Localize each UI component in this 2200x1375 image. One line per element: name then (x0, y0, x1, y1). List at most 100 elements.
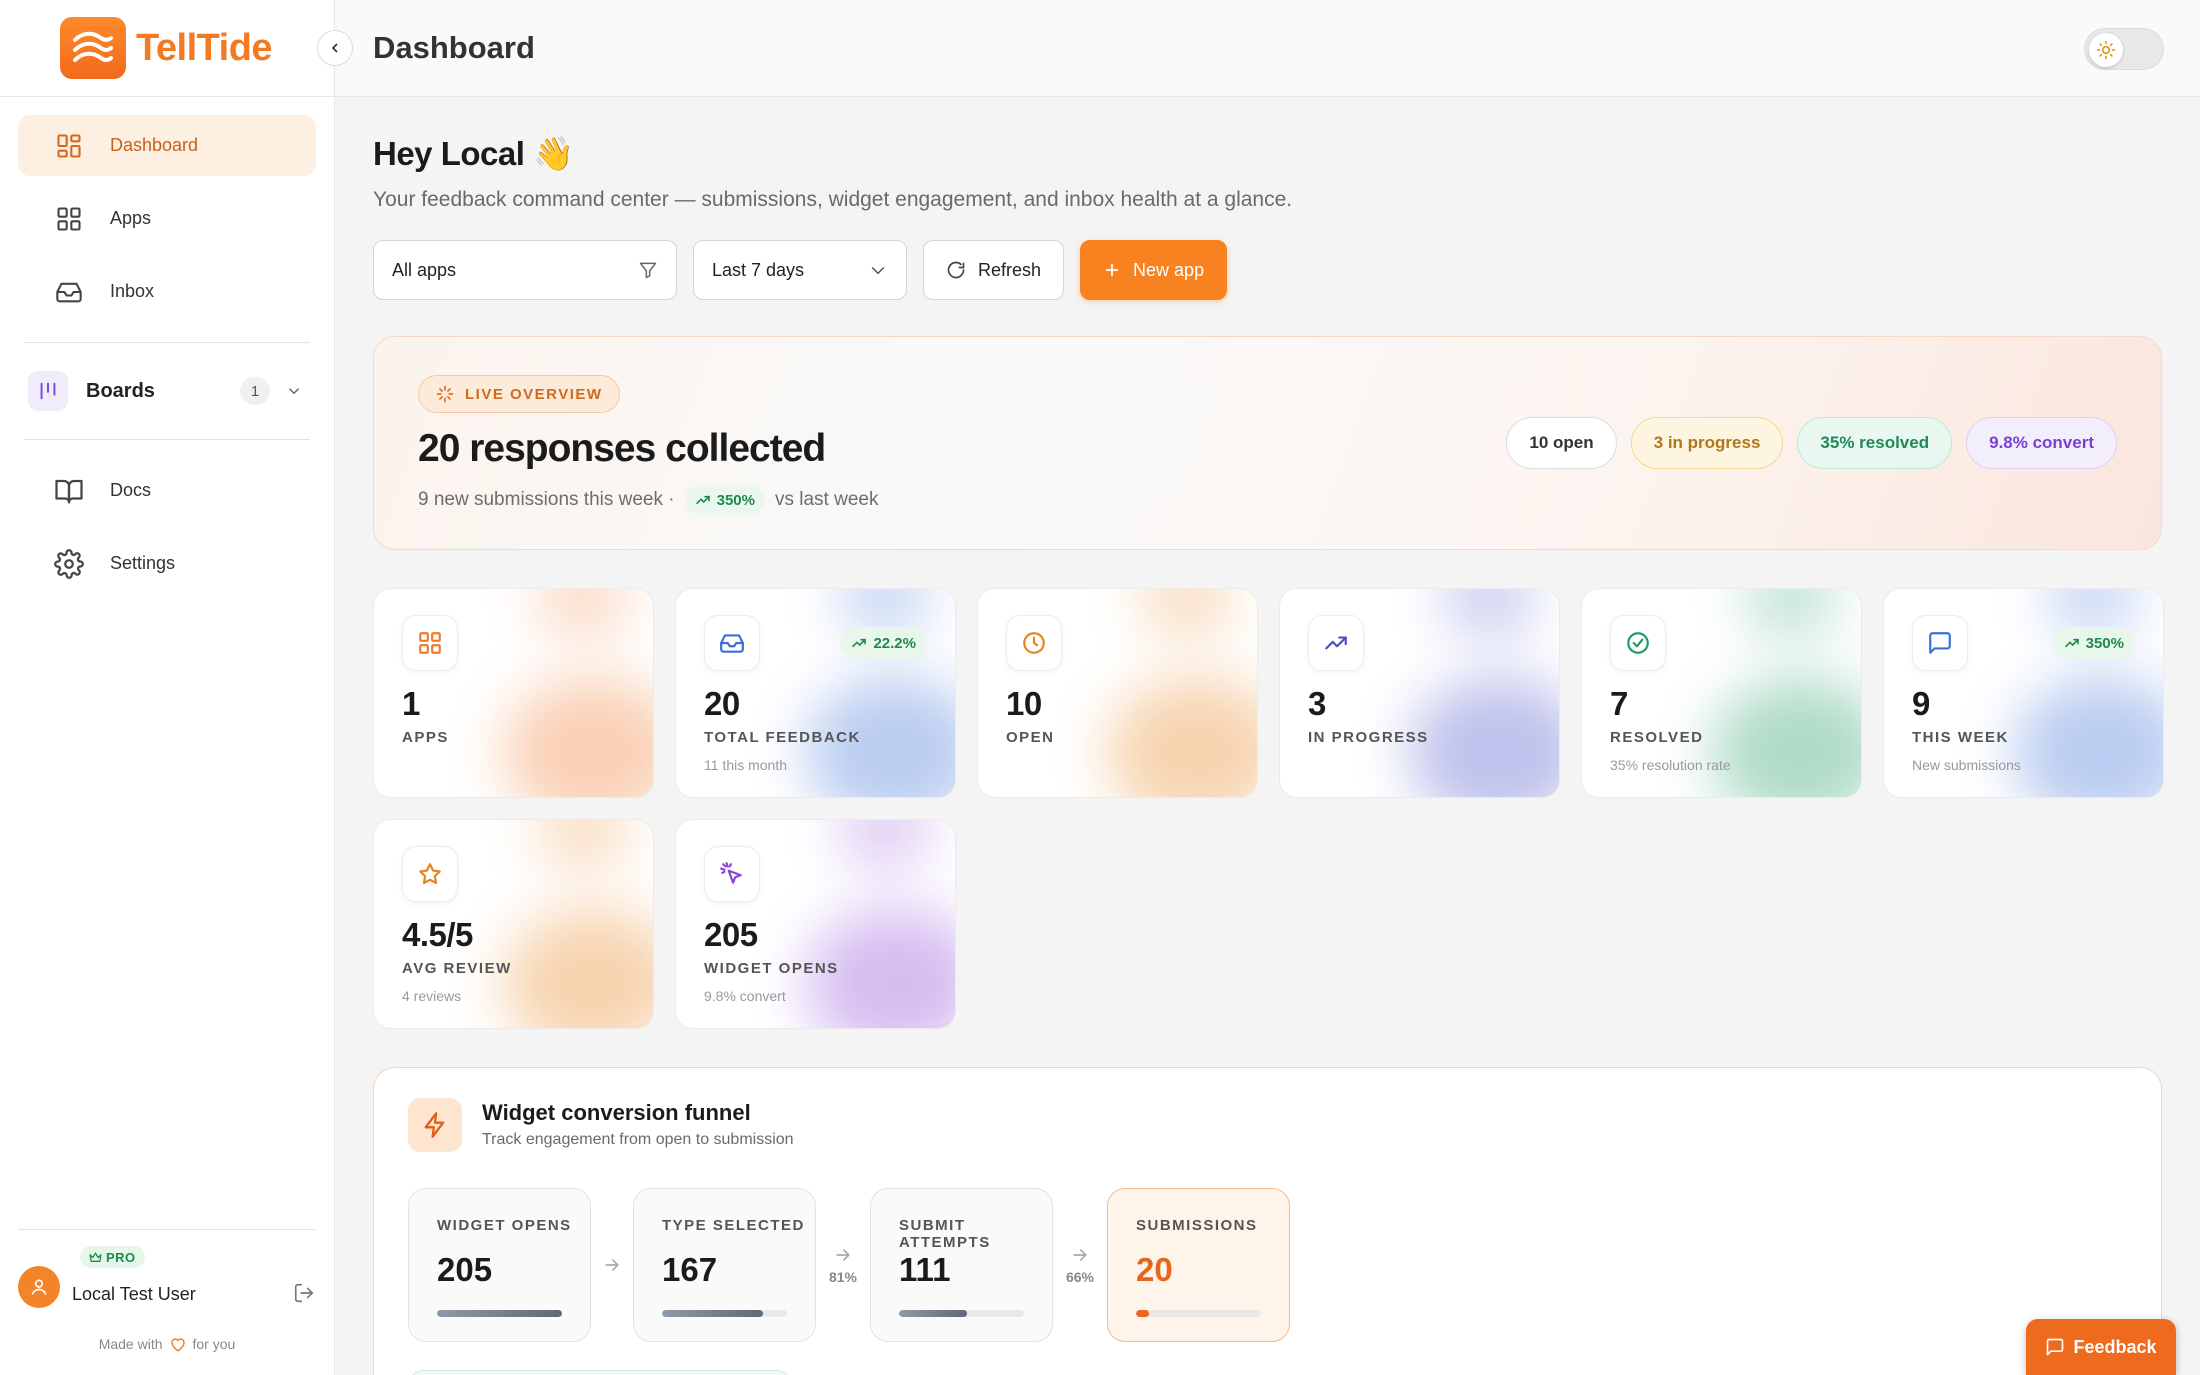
stat-label: IN PROGRESS (1308, 729, 1429, 746)
stat-value: 7 (1610, 685, 1628, 722)
feedback-button[interactable]: Feedback (2026, 1319, 2176, 1375)
inbox-icon (54, 277, 84, 307)
date-range-select[interactable]: Last 7 days (693, 240, 907, 300)
check-circle-icon (1610, 615, 1666, 671)
sidebar-item-label: Settings (110, 553, 176, 573)
trending-up-icon (2064, 638, 2079, 648)
decorative-glow (503, 908, 653, 1028)
page-subtitle: Your feedback command center — submissio… (373, 188, 1293, 211)
collapse-sidebar-button[interactable] (317, 30, 353, 66)
stat-label: OPEN (1006, 729, 1055, 746)
chevron-down-icon (871, 266, 885, 275)
decorative-glow (1137, 589, 1237, 639)
sidebar-item-dashboard[interactable]: Dashboard (18, 115, 316, 176)
stat-label: THIS WEEK (1912, 729, 2009, 746)
trending-up-icon (1308, 615, 1364, 671)
heart-icon (170, 1338, 185, 1352)
stage-label: WIDGET OPENS (437, 1217, 572, 1234)
stage-progress-bar (437, 1310, 562, 1317)
sidebar-item-label: Dashboard (110, 135, 199, 155)
refresh-button[interactable]: Refresh (923, 240, 1065, 300)
kanban-icon (28, 371, 68, 411)
stage-value: 111 (899, 1251, 951, 1288)
brand[interactable]: TellTide (0, 0, 334, 97)
funnel-title: Widget conversion funnel (482, 1100, 751, 1125)
stats-grid: 1 APPS 22.2% 20 TOTAL FEEDBACK 11 this month 1… (373, 588, 2164, 1029)
arrow-right-icon (836, 1249, 851, 1261)
page-title: Dashboard (373, 30, 535, 65)
stat-card[interactable]: 1 APPS (373, 588, 654, 798)
arrow-right-icon (605, 1259, 620, 1271)
plan-badge: PRO (80, 1246, 145, 1268)
crown-icon (89, 1252, 102, 1262)
funnel-stages: WIDGET OPENS 205 TYPE SELECTED 167 81% SUBMIT… (408, 1188, 1290, 1342)
stage-label: SUBMIT ATTEMPTS (899, 1217, 991, 1251)
sidebar-item-apps[interactable]: Apps (18, 188, 316, 249)
trend-badge: 350% (2052, 627, 2135, 659)
brand-name: TellTide (136, 26, 273, 69)
sidebar-nav: Dashboard Apps Inbox Boards 1 Docs Setti… (0, 97, 334, 624)
trend-badge: 22.2% (840, 627, 927, 659)
stat-card[interactable]: 7 RESOLVED 35% resolution rate (1581, 588, 1862, 798)
in-progress-pill[interactable]: 3 in progress (1630, 417, 1784, 469)
stat-card[interactable]: 3 IN PROGRESS (1279, 588, 1560, 798)
sidebar-item-inbox[interactable]: Inbox (18, 261, 316, 322)
decorative-glow (1107, 677, 1257, 797)
sidebar-item-label: Inbox (110, 281, 155, 301)
avatar (18, 1266, 60, 1308)
resolved-pill[interactable]: 35% resolved (1797, 417, 1953, 469)
stat-card[interactable]: 205 WIDGET OPENS 9.8% convert (675, 819, 956, 1029)
user-profile[interactable]: Local Test User (18, 1266, 316, 1308)
sidebar-boards-toggle[interactable]: Boards 1 (18, 363, 316, 419)
trending-up-icon (852, 638, 867, 648)
stat-value: 9 (1912, 685, 1930, 722)
main-content: Hey Local 👋 Your feedback command center… (373, 97, 2164, 1375)
funnel-connector (591, 1255, 633, 1275)
funnel-connector: 66% (1053, 1245, 1107, 1285)
theme-toggle[interactable] (2084, 28, 2164, 70)
chevron-down-icon (284, 381, 304, 401)
stage-progress-bar (899, 1310, 1024, 1317)
clock-icon (1006, 615, 1062, 671)
overview-status-pills: 10 open 3 in progress 35% resolved 9.8% … (1506, 417, 2117, 469)
decorative-glow (835, 820, 935, 870)
stat-value: 1 (402, 685, 420, 722)
filter-icon (639, 262, 657, 279)
open-count-pill[interactable]: 10 open (1506, 417, 1617, 469)
stage-value: 167 (662, 1251, 718, 1288)
app-filter-select[interactable]: All apps (373, 240, 677, 300)
stat-value: 3 (1308, 685, 1326, 722)
stat-label: RESOLVED (1610, 729, 1704, 746)
funnel-stage: SUBMIT ATTEMPTS 111 (870, 1188, 1053, 1342)
sidebar-item-label: Apps (110, 208, 152, 228)
decorative-glow (1741, 589, 1841, 639)
convert-pill[interactable]: 9.8% convert (1966, 417, 2117, 469)
funnel-subtitle: Track engagement from open to submission (482, 1131, 794, 1148)
sidebar-footer: PRO Local Test User Made with for you (18, 1229, 316, 1375)
boards-label: Boards (86, 379, 155, 402)
stat-card[interactable]: 10 OPEN (977, 588, 1258, 798)
decorative-glow (1439, 589, 1539, 639)
decorative-glow (2013, 677, 2163, 797)
stat-card[interactable]: 22.2% 20 TOTAL FEEDBACK 11 this month (675, 588, 956, 798)
stat-card[interactable]: 350% 9 THIS WEEK New submissions (1883, 588, 2164, 798)
new-app-button[interactable]: New app (1080, 240, 1228, 300)
divider (24, 439, 310, 440)
logout-icon[interactable] (292, 1281, 316, 1305)
sidebar-item-docs[interactable]: Docs (18, 460, 316, 521)
user-icon (31, 1279, 47, 1295)
trend-badge: 350% (684, 485, 765, 515)
sidebar-item-settings[interactable]: Settings (18, 533, 316, 594)
sun-icon (2089, 33, 2123, 67)
stat-card[interactable]: 4.5/5 AVG REVIEW 4 reviews (373, 819, 654, 1029)
conversion-funnel-card: Widget conversion funnel Track engagemen… (373, 1067, 2162, 1375)
funnel-stage: TYPE SELECTED 167 (633, 1188, 816, 1342)
conversion-rate: 66% (1065, 1269, 1095, 1285)
telltide-logo-icon (60, 17, 126, 79)
grid-icon (54, 204, 84, 234)
made-with-note: Made with for you (98, 1336, 236, 1352)
chevron-left-icon (331, 43, 338, 53)
funnel-summary-card (408, 1370, 792, 1375)
stat-value: 20 (704, 685, 740, 722)
stage-label: TYPE SELECTED (662, 1217, 805, 1234)
